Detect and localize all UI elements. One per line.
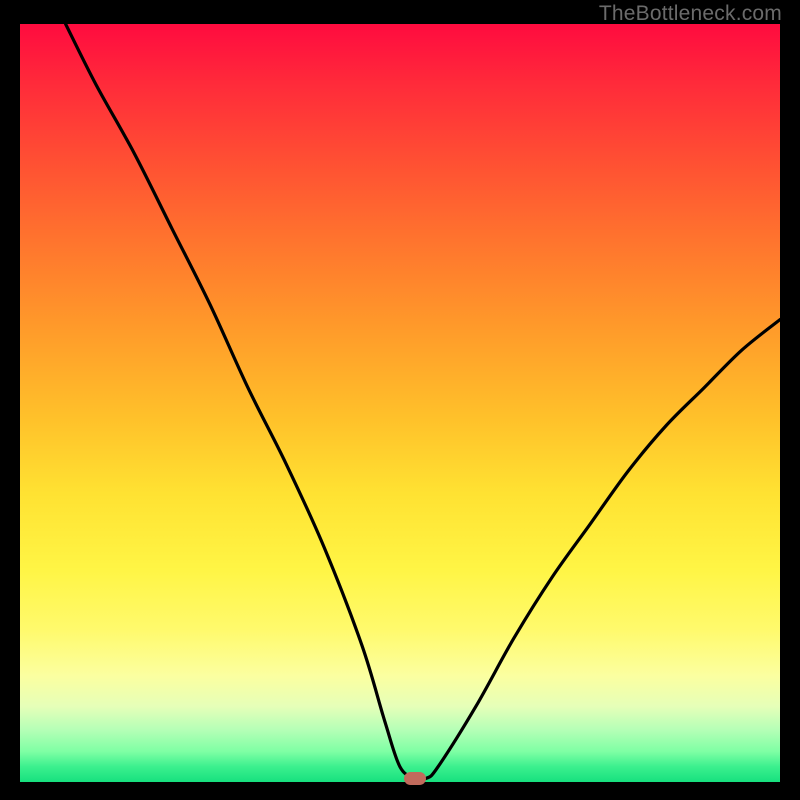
curve-path bbox=[66, 24, 780, 780]
chart-frame: TheBottleneck.com bbox=[0, 0, 800, 800]
chart-plot-area bbox=[20, 24, 780, 782]
chart-curve bbox=[20, 24, 780, 782]
attribution-text: TheBottleneck.com bbox=[599, 2, 782, 26]
min-marker bbox=[404, 772, 426, 785]
